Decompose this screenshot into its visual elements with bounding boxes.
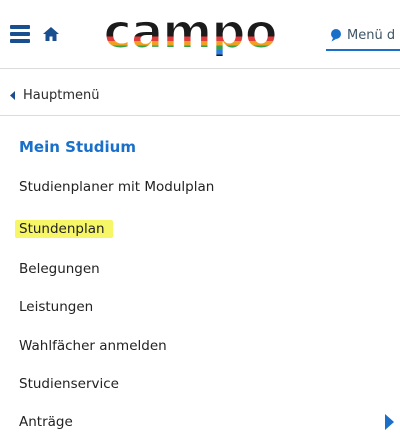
campo-logo[interactable]: campo — [70, 8, 310, 56]
search-placeholder: Menü d — [347, 27, 396, 43]
menu-item-label-highlighted: Stundenplan — [15, 220, 113, 238]
chevron-left-icon — [10, 90, 15, 100]
app-header: campo Menü d — [0, 0, 400, 64]
back-label: Hauptmenü — [23, 87, 100, 103]
menu-item-wahlfaecher[interactable]: Wahlfächer anmelden — [0, 327, 400, 365]
menu-item-label: Studienservice — [19, 376, 119, 392]
search-icon — [331, 28, 341, 41]
chevron-right-icon — [385, 414, 394, 430]
hamburger-menu-icon[interactable] — [10, 25, 30, 43]
menu-item-label: Wahlfächer anmelden — [19, 338, 167, 354]
menu-item-label: Leistungen — [19, 299, 94, 315]
menu-item-studienplaner[interactable]: Studienplaner mit Modulplan — [0, 168, 400, 206]
menu-item-label: Belegungen — [19, 261, 100, 277]
menu-item-belegungen[interactable]: Belegungen — [0, 250, 400, 288]
home-icon[interactable] — [43, 27, 59, 41]
header-divider — [0, 68, 400, 69]
menu-item-leistungen[interactable]: Leistungen — [0, 288, 400, 326]
logo-text: campo — [103, 8, 276, 56]
back-to-main-menu[interactable]: Hauptmenü — [10, 80, 99, 110]
section-divider — [0, 115, 400, 116]
menu-search-field[interactable]: Menü d — [326, 21, 400, 51]
menu-item-label: Studienplaner mit Modulplan — [19, 179, 215, 195]
menu-item-studienservice[interactable]: Studienservice — [0, 365, 400, 403]
menu-item-label: Anträge — [19, 414, 73, 430]
menu-item-stundenplan[interactable]: Stundenplan — [0, 210, 400, 248]
menu-section-title: Mein Studium — [19, 138, 136, 156]
menu-item-antraege[interactable]: Anträge — [0, 403, 400, 441]
